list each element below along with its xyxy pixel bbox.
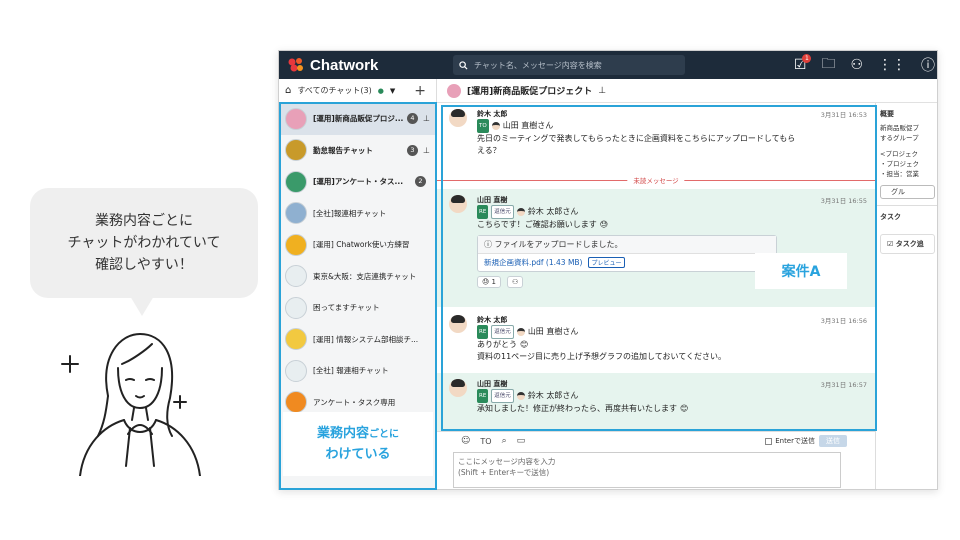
task-heading: タスク [880,213,901,221]
room-info-panel: 概要 新商品販促プ するグループ <プロジェク ・プロジェク ・担当：営業 グル… [875,103,937,489]
bubble-line-2: チャットがわかれていて [67,235,221,251]
chat-header: [運用]新商品販促プロジェクト ⊥ [437,79,937,103]
online-dot-icon: ● [377,86,384,95]
search-input[interactable]: チャット名、メッセージ内容を検索 [453,55,685,75]
overview-heading: 概要 [880,110,894,118]
chat-filter-label: すべてのチャット(3) [297,86,372,95]
enter-to-send-label: Enterで送信 [775,437,815,445]
overview-proj-2: ・プロジェク [880,160,919,168]
contact-icon[interactable]: ⚇ [850,57,863,73]
chatwork-logo[interactable]: Chatwork [287,57,447,74]
person-illustration [61,333,201,476]
top-bar: Chatwork チャット名、メッセージ内容を検索 ☑ 1 🗀 ⚇ ⋮⋮ ⓘ [279,51,937,79]
input-placeholder-1: ここにメッセージ内容を入力 [458,457,556,466]
enter-to-send-checkbox[interactable]: Enterで送信 [765,436,815,446]
info-icon[interactable]: ⓘ [921,55,935,75]
add-task-button[interactable]: ☑ タスク追 [880,234,935,254]
overview-desc-2: するグループ [880,134,919,142]
input-placeholder-2: (Shift + Enterキーで送信) [458,468,550,477]
chevron-down-icon: ▼ [389,86,396,95]
video-call-icon[interactable]: ▭ [517,436,526,446]
file-icon[interactable]: 🗀 [821,53,835,77]
room-avatar [447,83,461,98]
emoji-picker-icon[interactable]: ☺ [461,436,470,446]
message-composer: ☺ TO ⌕ ▭ Enterで送信 送信 ここにメッセージ内容を入力 (Shif… [437,431,875,489]
message-input[interactable]: ここにメッセージ内容を入力 (Shift + Enterキーで送信) [453,452,841,488]
logo-icon [288,58,303,72]
apps-grid-icon[interactable]: ⋮⋮ [878,57,906,73]
overview-proj-3: ・担当：営業 [880,170,919,178]
chat-filter[interactable]: ⌂ すべてのチャット(3) ● ▼ + [279,79,436,103]
case-a-label: 案件A [755,253,847,289]
home-icon: ⌂ [285,85,292,96]
room-title: [運用]新商品販促プロジェクト [467,87,593,97]
caption-small: ごとに [369,428,399,440]
speech-bubble: 業務内容ごとに チャットがわかれていて 確認しやすい！ [30,188,258,316]
task-badge: 1 [802,54,812,63]
overview-proj-1: <プロジェク [880,150,918,158]
pin-icon[interactable]: ⊥ [598,86,606,96]
overview-desc-1: 新商品販促プ [880,124,919,132]
caption-big: 業務内容 [316,425,369,441]
search-icon [459,60,468,70]
add-chat-icon[interactable]: + [414,83,426,99]
attach-icon[interactable]: ⌕ [502,436,507,446]
logo-text: Chatwork [310,56,379,74]
to-button[interactable]: TO [480,437,491,446]
bubble-line-3: 確認しやすい！ [95,257,193,273]
bubble-line-1: 業務内容ごとに [95,213,193,229]
top-icons: ☑ 1 🗀 ⚇ ⋮⋮ ⓘ [794,51,935,79]
caption-line-2: わけている [325,446,391,462]
sidebar-caption: 業務内容ごとに わけている [283,412,433,476]
send-button[interactable]: 送信 [819,435,847,447]
search-placeholder: チャット名、メッセージ内容を検索 [474,60,602,70]
task-icon[interactable]: ☑ 1 [794,54,812,73]
group-settings-button[interactable]: グル [880,185,935,199]
